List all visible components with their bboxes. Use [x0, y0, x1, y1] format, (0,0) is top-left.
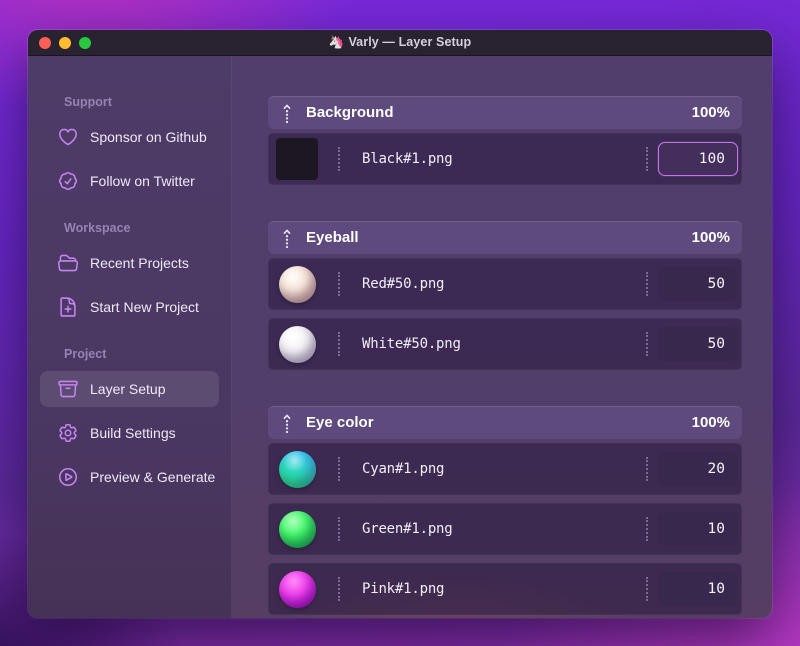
divider — [646, 272, 648, 296]
layer-group-background: Background 100% Black#1.png — [268, 96, 742, 185]
folder-open-icon — [57, 252, 79, 274]
document-plus-icon — [57, 296, 79, 318]
check-badge-icon — [57, 170, 79, 192]
layer-weight-input[interactable] — [658, 142, 738, 176]
sidebar-item-preview-generate[interactable]: Preview & Generate — [40, 459, 219, 495]
layer-weight-input[interactable] — [658, 327, 738, 361]
layer-group-eyeball: Eyeball 100% Red#50.png White#50.png — [268, 221, 742, 370]
sidebar-item-label: Layer Setup — [90, 381, 166, 397]
layer-row: Red#50.png — [268, 258, 742, 310]
divider — [646, 147, 648, 171]
divider — [338, 147, 340, 171]
sidebar-item-label: Follow on Twitter — [90, 173, 195, 189]
layer-row: White#50.png — [268, 318, 742, 370]
group-title: Eyeball — [306, 229, 359, 246]
group-header: Eyeball 100% — [268, 221, 742, 254]
layer-row: Cyan#1.png — [268, 443, 742, 495]
layer-setup-panel: Background 100% Black#1.png 100 Eyeball … — [232, 56, 772, 618]
layer-filename: Black#1.png — [362, 151, 453, 167]
group-header: Background 100% — [268, 96, 742, 129]
section-label-workspace: Workspace — [64, 221, 131, 235]
layer-filename: Pink#1.png — [362, 581, 445, 597]
title-bar[interactable]: 🦄 Varly — Layer Setup — [28, 30, 772, 56]
app-window: 🦄 Varly — Layer Setup Support Sponsor on … — [28, 30, 772, 618]
sidebar-item-label: Recent Projects — [90, 255, 189, 271]
sidebar-item-build-settings[interactable]: Build Settings — [40, 415, 219, 451]
divider — [646, 577, 648, 601]
group-header: Eye color 100% — [268, 406, 742, 439]
layer-row: Green#1.png — [268, 503, 742, 555]
layer-weight-input[interactable] — [658, 572, 738, 606]
sidebar: Support Sponsor on Github Follow on Twit… — [28, 56, 232, 618]
window-title: 🦄 Varly — Layer Setup — [328, 35, 472, 49]
play-circle-icon — [57, 466, 79, 488]
divider — [338, 332, 340, 356]
group-weight: 100% — [691, 104, 730, 121]
group-title: Background — [306, 104, 394, 121]
thumbnail-pink-ball — [276, 568, 318, 610]
drag-handle-icon[interactable] — [280, 413, 294, 433]
divider — [338, 577, 340, 601]
divider — [646, 332, 648, 356]
layer-filename: Cyan#1.png — [362, 461, 445, 477]
sidebar-item-layer-setup[interactable]: Layer Setup — [40, 371, 219, 407]
divider — [646, 517, 648, 541]
layer-group-eye-color: Eye color 100% Cyan#1.png Green#1.png — [268, 406, 742, 615]
layer-weight-input[interactable] — [658, 512, 738, 546]
group-weight: 100% — [691, 229, 730, 246]
divider — [338, 517, 340, 541]
thumbnail-green-ball — [276, 508, 318, 550]
layer-filename: White#50.png — [362, 336, 461, 352]
drag-handle-icon[interactable] — [280, 228, 294, 248]
thumbnail-cyan-ball — [276, 448, 318, 490]
group-weight: 100% — [691, 414, 730, 431]
section-label-support: Support — [64, 95, 112, 109]
section-label-project: Project — [64, 347, 107, 361]
app-unicorn-icon: 🦄 — [328, 35, 345, 49]
divider — [338, 272, 340, 296]
thumbnail-black — [276, 138, 318, 180]
layer-row: Pink#1.png — [268, 563, 742, 615]
sidebar-item-label: Build Settings — [90, 425, 176, 441]
heart-icon — [57, 126, 79, 148]
divider — [338, 457, 340, 481]
desktop-wallpaper: 🦄 Varly — Layer Setup Support Sponsor on … — [0, 0, 800, 646]
thumbnail-white-ball — [276, 323, 318, 365]
sidebar-item-follow-twitter[interactable]: Follow on Twitter — [40, 163, 219, 199]
sidebar-item-sponsor-github[interactable]: Sponsor on Github — [40, 119, 219, 155]
layer-weight-input[interactable] — [658, 452, 738, 486]
layer-filename: Red#50.png — [362, 276, 445, 292]
sidebar-item-label: Preview & Generate — [90, 469, 216, 485]
gear-icon — [57, 422, 79, 444]
group-title: Eye color — [306, 414, 374, 431]
layer-weight-input[interactable] — [658, 267, 738, 301]
archive-box-icon — [57, 378, 79, 400]
divider — [646, 457, 648, 481]
sidebar-item-label: Start New Project — [90, 299, 199, 315]
sidebar-item-start-new-project[interactable]: Start New Project — [40, 289, 219, 325]
sidebar-item-label: Sponsor on Github — [90, 129, 207, 145]
layer-filename: Green#1.png — [362, 521, 453, 537]
layer-row: Black#1.png — [268, 133, 742, 185]
drag-handle-icon[interactable] — [280, 103, 294, 123]
thumbnail-red-ball — [276, 263, 318, 305]
sidebar-item-recent-projects[interactable]: Recent Projects — [40, 245, 219, 281]
